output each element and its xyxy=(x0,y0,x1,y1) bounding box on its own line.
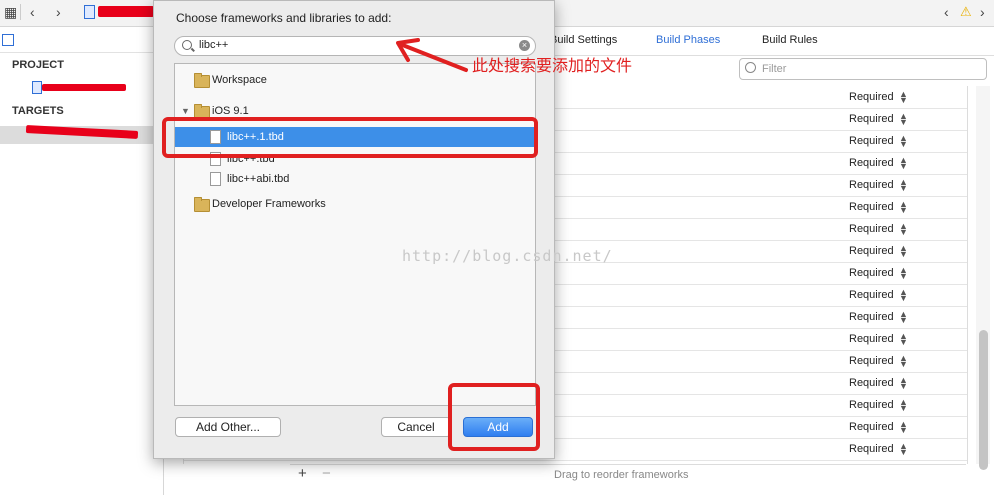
required-status-label[interactable]: Required xyxy=(849,377,894,389)
drag-hint: Drag to reorder frameworks xyxy=(554,469,689,481)
folder-icon xyxy=(194,73,210,88)
required-status-label[interactable]: Required xyxy=(849,311,894,323)
status-stepper-icon[interactable]: ▲ ▼ xyxy=(899,398,908,413)
required-status-label[interactable]: Required xyxy=(849,91,894,103)
tree-item-label: Developer Frameworks xyxy=(212,198,326,210)
filter-field[interactable]: Filter xyxy=(739,58,987,80)
required-status-label[interactable]: Required xyxy=(849,355,894,367)
watermark: http://blog.csdn.net/ xyxy=(402,247,613,265)
add-framework-button[interactable]: + xyxy=(298,465,307,482)
status-stepper-icon[interactable]: ▲ ▼ xyxy=(899,332,908,347)
scrollbar-thumb[interactable] xyxy=(979,330,988,470)
tree-item-label: Workspace xyxy=(212,74,267,86)
library-tree: Workspace ▼ iOS 9.1 libc++.1.tbd libc++.… xyxy=(174,63,536,406)
tab-build-rules[interactable]: Build Rules xyxy=(762,34,818,46)
clear-search-icon[interactable]: × xyxy=(519,40,530,51)
required-status-label[interactable]: Required xyxy=(849,399,894,411)
annotation-highlight-selected-file xyxy=(162,117,538,158)
folder-icon xyxy=(194,197,210,212)
redacted-project-name xyxy=(98,6,154,17)
status-stepper-icon[interactable]: ▲ ▼ xyxy=(899,354,908,369)
tab-build-settings[interactable]: Build Settings xyxy=(550,34,617,46)
warning-icon[interactable]: ⚠ xyxy=(960,4,972,20)
project-header: PROJECT xyxy=(12,59,64,71)
grid-icon[interactable]: ▦ xyxy=(4,4,17,21)
required-status-label[interactable]: Required xyxy=(849,113,894,125)
dialog-title: Choose frameworks and libraries to add: xyxy=(176,11,392,25)
project-file-icon xyxy=(84,5,95,19)
status-stepper-icon[interactable]: ▲ ▼ xyxy=(899,90,908,105)
sidebar-toggle-icon[interactable] xyxy=(2,34,14,46)
tree-item-label: iOS 9.1 xyxy=(212,105,249,117)
required-status-label[interactable]: Required xyxy=(849,421,894,433)
required-status-label[interactable]: Required xyxy=(849,333,894,345)
annotation-text: 此处搜索要添加的文件 xyxy=(472,58,633,75)
tree-item-label: libc++abi.tbd xyxy=(227,173,290,185)
status-stepper-icon[interactable]: ▲ ▼ xyxy=(899,178,908,193)
targets-header: TARGETS xyxy=(12,105,64,117)
toolbar-divider xyxy=(20,4,21,20)
status-stepper-icon[interactable]: ▲ ▼ xyxy=(899,244,908,259)
status-stepper-icon[interactable]: ▲ ▼ xyxy=(899,420,908,435)
required-status-label[interactable]: Required xyxy=(849,157,894,169)
status-stepper-icon[interactable]: ▲ ▼ xyxy=(899,310,908,325)
tree-item-libcppabi[interactable]: libc++abi.tbd xyxy=(175,170,535,188)
status-stepper-icon[interactable]: ▲ ▼ xyxy=(899,442,908,457)
project-navigator xyxy=(0,27,164,495)
status-stepper-icon[interactable]: ▲ ▼ xyxy=(899,376,908,391)
required-status-label[interactable]: Required xyxy=(849,135,894,147)
annotation-highlight-add-button xyxy=(448,383,540,451)
project-item-icon xyxy=(32,81,42,94)
filter-placeholder: Filter xyxy=(762,63,787,75)
annotation-arrow-icon xyxy=(396,38,468,72)
add-other-button[interactable]: Add Other... xyxy=(175,417,281,437)
disclosure-triangle-icon[interactable]: ▼ xyxy=(181,106,190,116)
forward-issue-icon[interactable]: › xyxy=(980,4,985,20)
required-status-label[interactable]: Required xyxy=(849,179,894,191)
status-stepper-icon[interactable]: ▲ ▼ xyxy=(899,112,908,127)
navigator-divider xyxy=(0,52,163,53)
required-status-label[interactable]: Required xyxy=(849,443,894,455)
filter-icon xyxy=(745,62,756,73)
required-status-label[interactable]: Required xyxy=(849,289,894,301)
project-item-redacted[interactable] xyxy=(42,84,126,91)
status-stepper-icon[interactable]: ▲ ▼ xyxy=(899,288,908,303)
file-icon xyxy=(210,172,221,186)
status-stepper-icon[interactable]: ▲ ▼ xyxy=(899,156,908,171)
required-status-label[interactable]: Required xyxy=(849,245,894,257)
remove-framework-button[interactable]: − xyxy=(322,465,331,482)
status-stepper-icon[interactable]: ▲ ▼ xyxy=(899,266,908,281)
status-stepper-icon[interactable]: ▲ ▼ xyxy=(899,200,908,215)
back-arrow-icon[interactable]: ‹ xyxy=(30,4,35,20)
required-status-label[interactable]: Required xyxy=(849,201,894,213)
cancel-button[interactable]: Cancel xyxy=(381,417,451,437)
back-issue-icon[interactable]: ‹ xyxy=(944,4,949,20)
status-stepper-icon[interactable]: ▲ ▼ xyxy=(899,134,908,149)
tab-build-phases[interactable]: Build Phases xyxy=(656,34,720,46)
search-value: libc++ xyxy=(199,39,229,51)
tree-item-developer-frameworks[interactable]: Developer Frameworks xyxy=(175,195,535,213)
required-status-label[interactable]: Required xyxy=(849,223,894,235)
required-status-label[interactable]: Required xyxy=(849,267,894,279)
forward-arrow-icon[interactable]: › xyxy=(56,4,61,20)
framework-list-footer: + − Drag to reorder frameworks xyxy=(290,464,966,487)
status-stepper-icon[interactable]: ▲ ▼ xyxy=(899,222,908,237)
search-icon xyxy=(182,40,192,50)
